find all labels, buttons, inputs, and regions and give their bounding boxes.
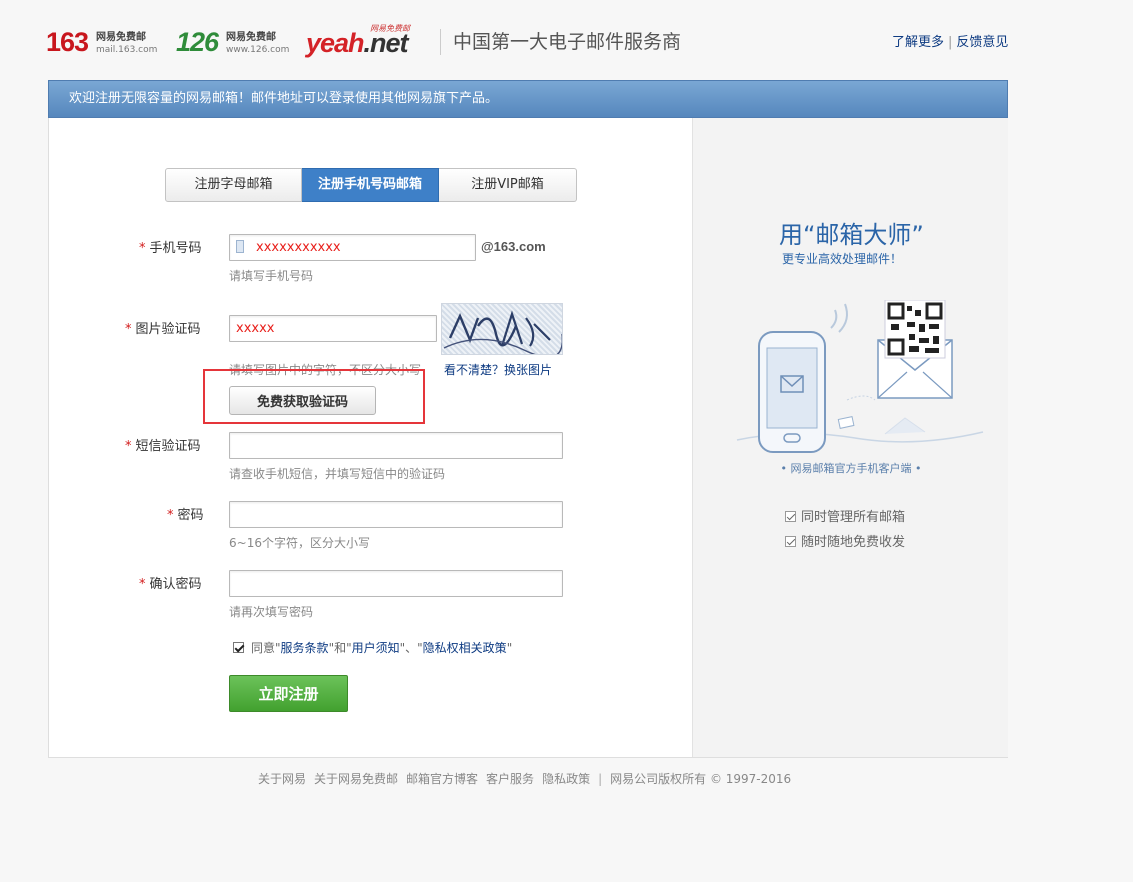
sms-code-input[interactable] <box>229 432 563 459</box>
confirm-password-input[interactable] <box>229 570 563 597</box>
terms-of-service-link[interactable]: 服务条款 <box>281 641 329 655</box>
required-mark: * <box>139 577 146 592</box>
footer-link-about-free-mail[interactable]: 关于网易免费邮 <box>314 772 398 786</box>
get-sms-code-button[interactable]: 免费获取验证码 <box>229 386 376 415</box>
captcha-hint: 请填写图片中的字符，不区分大小写 <box>229 363 422 377</box>
feature-item: 随时随地免费收发 <box>785 534 905 552</box>
registration-tabs: 注册字母邮箱 注册手机号码邮箱 注册VIP邮箱 <box>165 168 577 202</box>
welcome-banner: 欢迎注册无限容量的网易邮箱！邮件地址可以登录使用其他网易旗下产品。 <box>48 80 1008 118</box>
agree-connector: "和" <box>328 641 352 655</box>
footer: 关于网易 关于网易免费邮 邮箱官方博客 客户服务 隐私政策 | 网易公司版权所有 © 199… <box>258 771 791 787</box>
header-links: 了解更多 | 反馈意见 <box>892 34 1008 52</box>
promo-title: 用“邮箱大师” <box>779 221 924 249</box>
phone-label: * 手机号码 <box>139 240 202 258</box>
password-input[interactable] <box>229 501 563 528</box>
copyright-text: 网易公司版权所有 © 1997-2016 <box>610 772 792 786</box>
phone-label-text: 手机号码 <box>149 241 202 256</box>
logo-yeah-text: yeah <box>306 28 365 58</box>
email-domain-suffix: @163.com <box>481 239 546 254</box>
registration-panel: 注册字母邮箱 注册手机号码邮箱 注册VIP邮箱 * 手机号码 xxxxxxxxxx… <box>48 118 1008 758</box>
sms-code-label: * 短信验证码 <box>125 438 201 456</box>
sms-code-hint: 请查收手机短信，并填写短信中的验证码 <box>229 467 446 481</box>
header-link-separator: | <box>948 35 953 50</box>
footer-link-privacy-policy[interactable]: 隐私政策 <box>542 772 590 786</box>
captcha-label: * 图片验证码 <box>125 321 201 339</box>
tab-vip-email[interactable]: 注册VIP邮箱 <box>439 168 577 202</box>
privacy-policy-link[interactable]: 隐私权相关政策 <box>423 641 507 655</box>
check-icon <box>785 511 796 522</box>
captcha-input[interactable]: xxxxx <box>229 315 437 342</box>
promo-caption: • 网易邮箱官方手机客户端 • <box>780 462 922 475</box>
captcha-label-text: 图片验证码 <box>135 322 201 337</box>
confirm-password-label-text: 确认密码 <box>149 577 202 592</box>
required-mark: * <box>125 439 132 454</box>
phone-envelope-illustration <box>736 300 984 453</box>
header-divider <box>440 29 441 55</box>
required-mark: * <box>125 322 132 337</box>
agreement-row: 同意"服务条款"和"用户须知"、"隐私权相关政策" <box>233 640 512 656</box>
footer-link-official-blog[interactable]: 邮箱官方博客 <box>406 772 478 786</box>
confirm-password-hint: 请再次填写密码 <box>229 605 314 619</box>
logo-126-number: 126 <box>176 27 219 57</box>
feedback-link[interactable]: 反馈意见 <box>956 35 1008 50</box>
footer-link-customer-service[interactable]: 客户服务 <box>486 772 534 786</box>
password-hint: 6~16个字符，区分大小写 <box>229 536 370 550</box>
password-label-text: 密码 <box>177 508 204 523</box>
check-icon <box>785 536 796 547</box>
header: 163 网易免费邮 mail.163.com 126 网易免费邮 www.126… <box>0 0 1133 80</box>
learn-more-link[interactable]: 了解更多 <box>892 35 944 50</box>
user-notice-link[interactable]: 用户须知 <box>352 641 400 655</box>
phone-icon <box>236 239 244 253</box>
captcha-glyphs <box>443 310 562 354</box>
feature-item: 同时管理所有邮箱 <box>785 509 905 527</box>
slogan: 中国第一大电子邮件服务商 <box>453 31 682 53</box>
logo-yeah-tag: 网易免费邮 <box>370 24 410 33</box>
agree-prefix: 同意 <box>251 641 276 655</box>
tab-phone-email[interactable]: 注册手机号码邮箱 <box>302 168 439 202</box>
register-now-button[interactable]: 立即注册 <box>229 675 348 712</box>
logo-163-number: 163 <box>46 27 89 57</box>
phone-input[interactable]: xxxxxxxxxxx <box>229 234 476 261</box>
agree-checkbox[interactable] <box>233 642 244 653</box>
feature-text: 随时随地免费收发 <box>801 535 906 550</box>
phone-input-value: xxxxxxxxxxx <box>256 240 341 255</box>
confirm-password-label: * 确认密码 <box>139 576 202 594</box>
tab-letter-email[interactable]: 注册字母邮箱 <box>165 168 302 202</box>
password-label: * 密码 <box>167 507 204 525</box>
mail-master-promo: 用“邮箱大师” 更专业高效处理邮件！ • 网易邮箱官方手机客户端 • 同时管理所… <box>692 118 1008 757</box>
feature-text: 同时管理所有邮箱 <box>801 510 906 525</box>
refresh-captcha-link[interactable]: 看不清楚？换张图片 <box>444 362 552 378</box>
footer-link-about-netease[interactable]: 关于网易 <box>258 772 306 786</box>
logo-126-name: 网易免费邮 <box>226 32 276 43</box>
captcha-image[interactable] <box>441 303 563 355</box>
agree-quote: " <box>506 641 513 655</box>
logo-126-domain: www.126.com <box>226 45 290 55</box>
agree-connector: "、" <box>399 641 423 655</box>
required-mark: * <box>139 241 146 256</box>
phone-hint: 请填写手机号码 <box>229 269 314 283</box>
logo-163-name: 网易免费邮 <box>96 32 146 43</box>
promo-subtitle: 更专业高效处理邮件！ <box>782 252 903 266</box>
sms-code-label-text: 短信验证码 <box>135 439 201 454</box>
footer-separator: | <box>598 772 603 786</box>
logo-163-domain: mail.163.com <box>96 45 158 55</box>
required-mark: * <box>167 508 174 523</box>
